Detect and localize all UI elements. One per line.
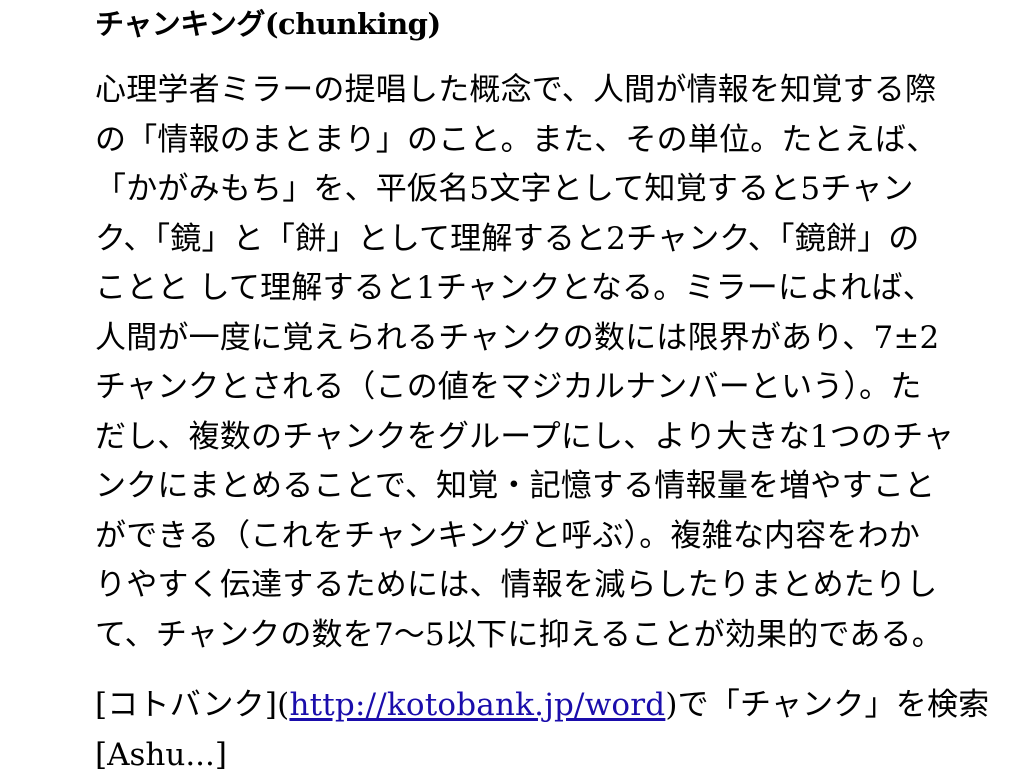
body-line: りやすく伝達するためには、情報を減らしたりまとめたりし <box>95 567 938 603</box>
body-line: だし、複数のチャンクをグループにし、より大きな1つのチャ <box>95 418 955 455</box>
article-body: 心理学者ミラーの提唱した概念で、人間が情報を知覚する際 の「情報のまとまり」のこ… <box>95 66 965 660</box>
kotobank-link[interactable]: http://kotobank.jp/word <box>289 687 665 723</box>
body-line: ンクにまとめることで、知覚・記憶する情報量を増やすこと <box>95 468 936 504</box>
source-link-line: [コトバンク](http://kotobank.jp/word)で「チャンク」を… <box>95 682 989 728</box>
body-line: 人間が一度に覚えられるチャンクの数には限界があり、7±2 <box>95 319 940 356</box>
body-line: 「かがみもち」を、平仮名5文字として知覚すると5チャン <box>95 171 914 207</box>
body-line: ができる（これをチャンキングと呼ぶ）。複雑な内容をわか <box>95 517 921 554</box>
article-heading: チャンキング(chunking) <box>95 7 441 41</box>
body-line: チャンクとされる（この値をマジカルナンバーという）。た <box>95 369 922 405</box>
source-suffix: )で「チャンク」を検索 <box>665 687 990 723</box>
body-line: ク、「鏡」と「餅」として理解すると2チャンク、「鏡餅」の <box>95 220 920 257</box>
next-line-partial: [Ashu...] <box>95 737 227 773</box>
body-line: ことと して理解すると1チャンクとなる。ミラーによれば、 <box>95 270 935 306</box>
body-line: の「情報のまとまり」のこと。また、その単位。たとえば、 <box>95 121 938 158</box>
source-prefix: [コトバンク]( <box>95 687 290 723</box>
body-line: 心理学者ミラーの提唱した概念で、人間が情報を知覚する際 <box>95 72 937 108</box>
body-line: て、チャンクの数を7〜5以下に抑えることが効果的である。 <box>95 616 943 653</box>
article: チャンキング(chunking) 心理学者ミラーの提唱した概念で、人間が情報を知… <box>95 0 989 778</box>
